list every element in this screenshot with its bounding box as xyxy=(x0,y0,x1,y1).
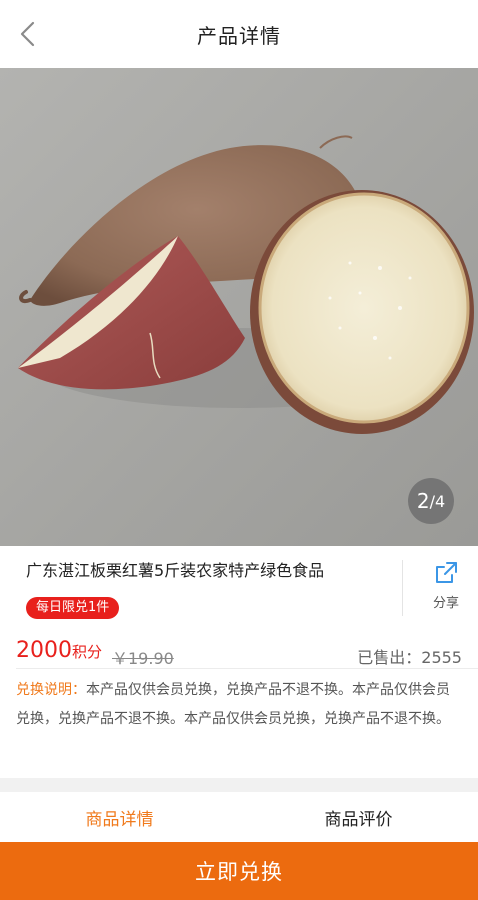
limit-badge: 每日限兑1件 xyxy=(26,597,120,619)
share-divider xyxy=(402,560,403,616)
gallery-page-indicator: 2/4 xyxy=(408,478,454,524)
price-divider xyxy=(16,668,478,669)
gallery-total: 4 xyxy=(434,491,446,511)
exchange-notes: 兑换说明：本产品仅供会员兑换，兑换产品不退不换。本产品仅供会员兑换，兑换产品不退… xyxy=(16,676,462,734)
points-value: 2000 xyxy=(16,638,72,663)
header-bar: 产品详情 xyxy=(0,0,478,68)
price-row: 2000积分 ￥19.90 已售出：2555 xyxy=(0,636,478,670)
section-gap xyxy=(0,778,478,792)
exchange-now-button[interactable]: 立即兑换 xyxy=(0,842,478,900)
original-price: ￥19.90 xyxy=(112,649,174,668)
chevron-left-icon xyxy=(20,21,35,47)
exchange-label: 兑换说明： xyxy=(16,682,86,698)
product-info-section: 广东湛江板栗红薯5斤装农家特产绿色食品 每日限兑1件 分享 2000积分 ￥19… xyxy=(0,546,478,778)
detail-tabs: 商品详情 商品评价 xyxy=(0,792,478,842)
share-label: 分享 xyxy=(432,596,459,611)
product-photo xyxy=(0,68,478,546)
share-button[interactable]: 分享 xyxy=(414,560,478,618)
points-price: 2000积分 xyxy=(16,638,102,663)
product-detail-page: 产品详情 2 / 4 广东湛江板栗红薯5斤装农家特产绿色食品 每日限兑1件 分享… xyxy=(0,0,478,900)
sold-count: 已售出：2555 xyxy=(357,648,462,667)
back-button[interactable] xyxy=(14,20,42,48)
points-unit: 积分 xyxy=(72,643,103,661)
gallery-current: 2 xyxy=(416,489,430,513)
page-title: 产品详情 xyxy=(197,23,281,48)
share-icon xyxy=(436,562,457,583)
product-image-carousel[interactable]: 2/4 xyxy=(0,68,478,546)
title-row: 广东湛江板栗红薯5斤装农家特产绿色食品 每日限兑1件 分享 xyxy=(0,546,478,628)
tab-product-details[interactable]: 商品详情 xyxy=(0,792,239,842)
tab-product-reviews[interactable]: 商品评价 xyxy=(239,792,478,842)
product-title: 广东湛江板栗红薯5斤装农家特产绿色食品 xyxy=(26,561,325,580)
